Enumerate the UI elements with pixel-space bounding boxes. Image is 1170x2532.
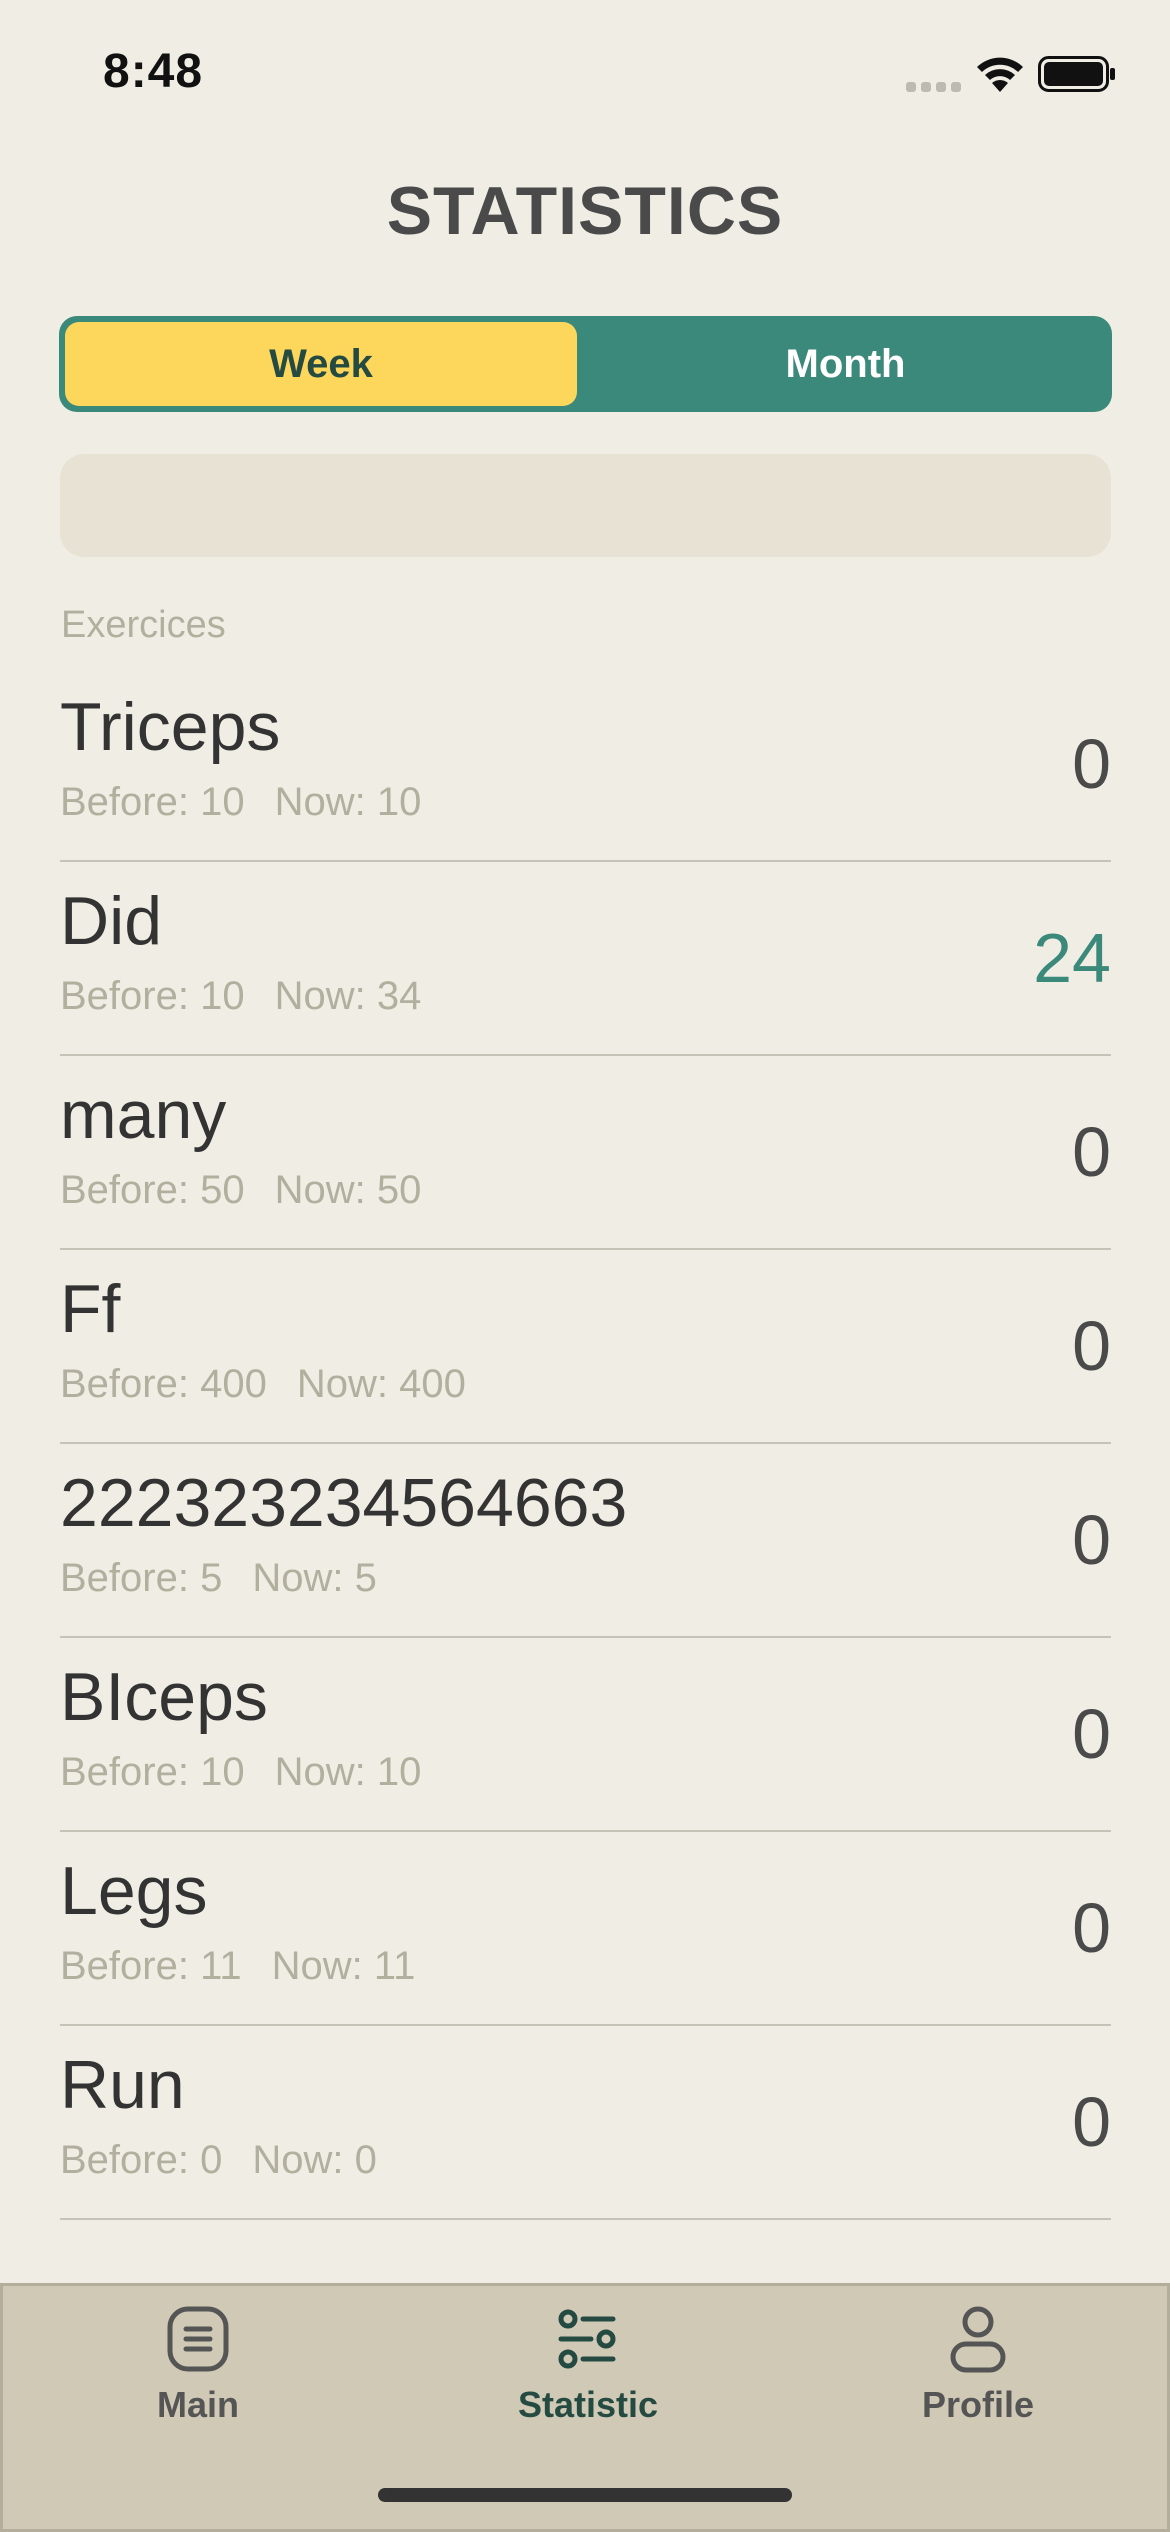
exercise-row[interactable]: Did Before: 10 Now: 34 24 (60, 862, 1111, 1056)
exercise-name: Legs (60, 1853, 208, 1929)
before-value: Before: 5 (60, 1556, 223, 1600)
exercise-stats: Before: 5 Now: 5 (60, 1556, 377, 1601)
section-label: Exercices (61, 604, 226, 646)
now-value: Now: 5 (252, 1556, 377, 1600)
tab-label: Main (156, 2384, 239, 2425)
tab-week[interactable]: Week (65, 322, 577, 406)
battery-icon (1038, 56, 1115, 92)
person-icon (950, 2306, 1006, 2373)
now-value: Now: 0 (252, 2138, 377, 2182)
exercise-delta: 0 (1072, 725, 1111, 803)
before-value: Before: 10 (60, 1750, 245, 1794)
summary-card (60, 454, 1111, 557)
exercise-stats: Before: 10 Now: 10 (60, 1750, 421, 1795)
exercise-name: BIceps (60, 1659, 268, 1735)
exercise-stats: Before: 10 Now: 10 (60, 780, 421, 825)
now-value: Now: 10 (274, 1750, 422, 1794)
cellular-signal-icon (906, 82, 961, 92)
exercise-name: 222323234564663 (60, 1465, 628, 1541)
exercise-delta: 0 (1072, 1501, 1111, 1579)
exercise-row[interactable]: 222323234564663 Before: 5 Now: 5 0 (60, 1444, 1111, 1638)
exercise-name: Ff (60, 1271, 121, 1347)
exercise-name: many (60, 1077, 227, 1153)
exercise-row[interactable]: Triceps Before: 10 Now: 10 0 (60, 668, 1111, 862)
now-value: Now: 11 (271, 1944, 416, 1988)
status-bar: 8:48 (0, 0, 1170, 140)
exercise-delta: 0 (1072, 1307, 1111, 1385)
home-indicator[interactable] (378, 2488, 792, 2502)
exercise-stats: Before: 10 Now: 34 (60, 974, 421, 1019)
tab-label: Profile (921, 2384, 1035, 2425)
exercise-name: Run (60, 2047, 185, 2123)
exercise-stats: Before: 400 Now: 400 (60, 1362, 466, 1407)
exercise-name: Triceps (60, 689, 281, 765)
exercise-row[interactable]: BIceps Before: 10 Now: 10 0 (60, 1638, 1111, 1832)
tab-profile[interactable]: Profile (783, 2286, 1170, 2446)
wifi-icon (977, 57, 1023, 92)
exercise-delta: 0 (1072, 2083, 1111, 2161)
exercise-delta: 0 (1072, 1695, 1111, 1773)
exercise-delta: 24 (1033, 919, 1111, 997)
exercise-delta: 0 (1072, 1889, 1111, 1967)
period-toggle: Week Month (59, 316, 1112, 412)
exercise-row[interactable]: Run Before: 0 Now: 0 0 (60, 2026, 1111, 2220)
exercise-row[interactable]: Legs Before: 11 Now: 11 0 (60, 1832, 1111, 2026)
tab-main[interactable]: Main (3, 2286, 393, 2446)
status-time: 8:48 (103, 45, 204, 98)
exercise-stats: Before: 11 Now: 11 (60, 1944, 415, 1989)
now-value: Now: 10 (274, 780, 422, 824)
before-value: Before: 50 (60, 1168, 245, 1212)
now-value: Now: 34 (274, 974, 422, 1018)
before-value: Before: 10 (60, 974, 245, 1018)
before-value: Before: 0 (60, 2138, 223, 2182)
exercise-row[interactable]: many Before: 50 Now: 50 0 (60, 1056, 1111, 1250)
list-icon (167, 2306, 229, 2372)
before-value: Before: 400 (60, 1362, 267, 1406)
now-value: Now: 50 (274, 1168, 422, 1212)
exercise-name: Did (60, 883, 163, 959)
before-value: Before: 10 (60, 780, 245, 824)
now-value: Now: 400 (296, 1362, 466, 1406)
tab-month[interactable]: Month (585, 322, 1106, 406)
exercise-stats: Before: 0 Now: 0 (60, 2138, 377, 2183)
before-value: Before: 11 (60, 1944, 242, 1988)
exercise-delta: 0 (1072, 1113, 1111, 1191)
sliders-icon (558, 2309, 616, 2369)
tab-label: Statistic (517, 2384, 659, 2425)
page-title: STATISTICS (386, 173, 784, 249)
exercise-list: Triceps Before: 10 Now: 10 0 Did Before: … (60, 668, 1111, 2220)
tab-statistic[interactable]: Statistic (393, 2286, 783, 2446)
exercise-stats: Before: 50 Now: 50 (60, 1168, 421, 1213)
exercise-row[interactable]: Ff Before: 400 Now: 400 0 (60, 1250, 1111, 1444)
